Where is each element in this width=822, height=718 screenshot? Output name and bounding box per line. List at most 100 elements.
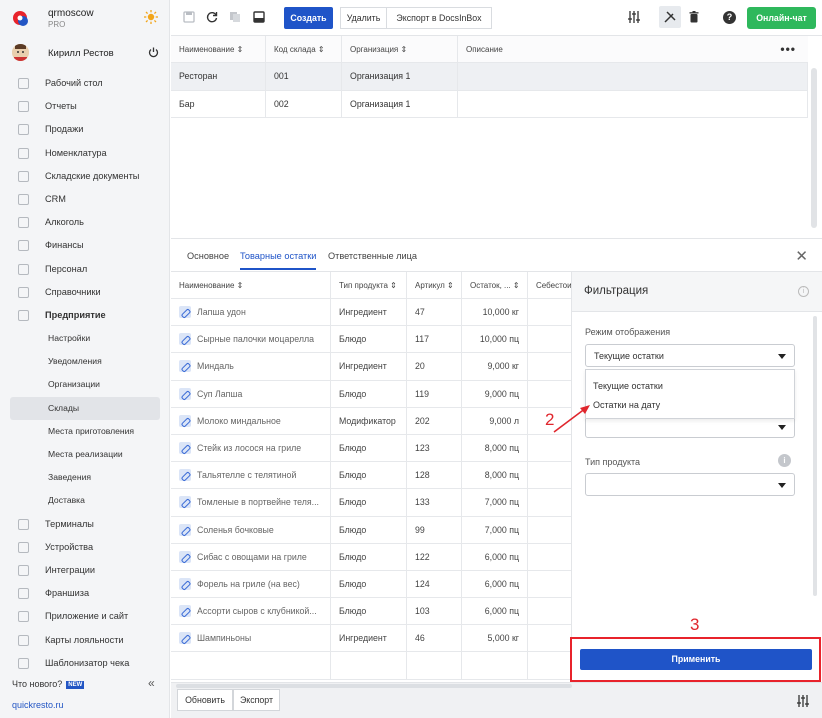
brand[interactable]: qrmoscow PRO bbox=[12, 8, 162, 36]
top-table-scrollbar[interactable] bbox=[811, 68, 817, 228]
power-icon[interactable] bbox=[148, 47, 159, 58]
sidebar-subitem-warehouses[interactable]: Склады bbox=[10, 396, 160, 420]
option-current-stock[interactable]: Текущие остатки bbox=[593, 381, 663, 391]
site-link[interactable]: quickresto.ru bbox=[12, 700, 64, 710]
refresh-button[interactable]: Обновить bbox=[177, 689, 233, 711]
apply-button[interactable]: Применить bbox=[580, 649, 812, 670]
table-row[interactable]: Форель на гриле (на вес) Блюдо 124 6,000 пц bbox=[171, 570, 571, 599]
sidebar-item-integrations[interactable]: Интеграции bbox=[10, 559, 160, 582]
filter-settings-icon[interactable] bbox=[796, 694, 810, 708]
table-row[interactable]: Сибас с овощами на гриле Блюдо 122 6,000 пц bbox=[171, 543, 571, 571]
option-stock-on-date[interactable]: Остатки на дату bbox=[593, 400, 660, 410]
sidebar-subitem-organizations[interactable]: Организации bbox=[10, 373, 160, 396]
collapse-sidebar-icon[interactable]: « bbox=[148, 676, 155, 690]
link-icon[interactable] bbox=[179, 306, 191, 318]
column-header-cost[interactable]: Себестои bbox=[528, 272, 571, 298]
link-icon[interactable] bbox=[179, 469, 191, 482]
user-profile[interactable]: Кирилл Рестов bbox=[12, 44, 162, 62]
table-row[interactable]: Томленые в портвейне теля... Блюдо 133 7,00… bbox=[171, 489, 571, 517]
inbox-icon[interactable] bbox=[253, 11, 265, 23]
link-icon[interactable] bbox=[179, 387, 191, 400]
sidebar-item-sales[interactable]: Продажи bbox=[10, 118, 160, 141]
sidebar-item-staff[interactable]: Персонал bbox=[10, 258, 160, 281]
column-header-balance[interactable]: Остаток, ... ⇕ bbox=[462, 272, 528, 298]
sidebar-item-devices[interactable]: Устройства bbox=[10, 536, 160, 559]
sidebar-item-receipt-templates[interactable]: Шаблонизатор чека bbox=[10, 652, 160, 675]
link-icon[interactable] bbox=[179, 333, 191, 346]
info-icon[interactable]: i bbox=[798, 286, 809, 297]
sidebar-subitem-sale-places[interactable]: Места реализации bbox=[10, 443, 160, 466]
close-icon[interactable]: ✕ bbox=[795, 247, 808, 265]
table-row[interactable]: Лапша удон Ингредиент 47 10,000 кг bbox=[171, 299, 571, 327]
column-header-type[interactable]: Тип продукта ⇕ bbox=[331, 272, 407, 298]
sidebar-item-dashboard[interactable]: Рабочий стол bbox=[10, 72, 160, 95]
save-icon[interactable] bbox=[183, 11, 195, 23]
sidebar-item-alcohol[interactable]: Алкоголь bbox=[10, 211, 160, 234]
link-icon[interactable] bbox=[179, 360, 191, 373]
help-icon[interactable]: ? bbox=[723, 11, 736, 24]
whats-new-link[interactable]: Что нового? NEW bbox=[12, 679, 85, 689]
horizontal-scrollbar[interactable] bbox=[176, 684, 572, 688]
sidebar-item-crm[interactable]: CRM bbox=[10, 188, 160, 211]
sidebar-subitem-notifications[interactable]: Уведомления bbox=[10, 350, 160, 373]
table-row[interactable]: Стейк из лосося на гриле Блюдо 123 8,000 пц bbox=[171, 434, 571, 463]
sidebar-subitem-venues[interactable]: Заведения bbox=[10, 466, 160, 489]
refresh-icon[interactable] bbox=[206, 11, 218, 23]
create-button[interactable]: Создать bbox=[284, 7, 333, 29]
tab-responsible[interactable]: Ответственные лица bbox=[328, 251, 417, 261]
link-icon[interactable] bbox=[179, 523, 191, 536]
column-header-name[interactable]: Наименование ⇕ bbox=[171, 36, 266, 62]
display-mode-select[interactable]: Текущие остатки bbox=[585, 344, 795, 367]
column-header-name[interactable]: Наименование ⇕ bbox=[171, 272, 331, 298]
link-icon[interactable] bbox=[179, 605, 191, 618]
sidebar-item-enterprise[interactable]: Предприятие bbox=[10, 304, 160, 327]
copy-icon[interactable] bbox=[229, 11, 241, 23]
sidebar-item-warehouse-docs[interactable]: Складские документы bbox=[10, 165, 160, 188]
link-icon[interactable] bbox=[179, 550, 191, 563]
table-row[interactable]: Сырные палочки моцарелла Блюдо 117 10,000 п… bbox=[171, 326, 571, 354]
sidebar-item-nomenclature[interactable]: Номенклатура bbox=[10, 142, 160, 165]
more-options-icon[interactable]: ••• bbox=[780, 43, 796, 55]
link-icon[interactable] bbox=[179, 632, 191, 645]
sidebar-subitem-delivery[interactable]: Доставка bbox=[10, 489, 160, 512]
column-header-article[interactable]: Артикул ⇕ bbox=[407, 272, 462, 298]
online-chat-button[interactable]: Онлайн-чат bbox=[747, 7, 816, 29]
column-header-code[interactable]: Код склада ⇕ bbox=[266, 36, 342, 62]
table-row[interactable]: Молоко миндальное Модификатор 202 9,000 л bbox=[171, 407, 571, 435]
trash-icon[interactable] bbox=[688, 11, 700, 23]
link-icon[interactable] bbox=[179, 414, 191, 427]
delete-button[interactable]: Удалить bbox=[340, 7, 387, 29]
sidebar-item-franchise[interactable]: Франшиза bbox=[10, 582, 160, 605]
table-row[interactable]: Шампиньоны Ингредиент 46 5,000 кг bbox=[171, 625, 571, 653]
column-header-organization[interactable]: Организация ⇕ bbox=[342, 36, 458, 62]
export-button[interactable]: Экспорт bbox=[233, 689, 280, 711]
table-row[interactable]: Суп Лапша Блюдо 119 9,000 пц bbox=[171, 380, 571, 408]
table-row[interactable]: Тальятелле с телятиной Блюдо 128 8,000 пц bbox=[171, 462, 571, 490]
sidebar-item-finance[interactable]: Финансы bbox=[10, 234, 160, 257]
link-icon[interactable] bbox=[179, 577, 191, 590]
sidebar-subitem-settings[interactable]: Настройки bbox=[10, 327, 160, 350]
filter-settings-icon[interactable] bbox=[627, 10, 641, 24]
product-type-select[interactable] bbox=[585, 473, 795, 496]
column-header-description[interactable]: Описание bbox=[458, 36, 808, 62]
sidebar-item-loyalty[interactable]: Карты лояльности bbox=[10, 629, 160, 652]
table-row[interactable]: Ассорти сыров с клубникой... Блюдо 103 6,00… bbox=[171, 598, 571, 626]
tab-main[interactable]: Основное bbox=[187, 251, 229, 261]
sun-icon[interactable] bbox=[144, 10, 158, 24]
link-icon[interactable] bbox=[179, 496, 191, 509]
sidebar-item-app-site[interactable]: Приложение и сайт bbox=[10, 605, 160, 628]
table-row[interactable]: Ресторан 001 Организация 1 bbox=[171, 63, 808, 91]
sidebar-item-terminals[interactable]: Терминалы bbox=[10, 513, 160, 536]
sidebar-item-directories[interactable]: Справочники bbox=[10, 281, 160, 304]
table-row[interactable]: Миндаль Ингредиент 20 9,000 кг bbox=[171, 353, 571, 381]
tools-button[interactable] bbox=[659, 6, 681, 28]
tab-stock[interactable]: Товарные остатки bbox=[240, 251, 317, 270]
table-row[interactable]: Соленья бочковые Блюдо 99 7,000 пц bbox=[171, 516, 571, 544]
info-icon[interactable]: i bbox=[778, 454, 791, 467]
sidebar-subitem-cooking-places[interactable]: Места приготовления bbox=[10, 420, 160, 443]
export-docsinbox-button[interactable]: Экспорт в DocsInBox bbox=[386, 7, 492, 29]
link-icon[interactable] bbox=[179, 441, 191, 454]
table-row[interactable]: Бар 002 Организация 1 bbox=[171, 90, 808, 118]
sidebar-item-reports[interactable]: Отчеты bbox=[10, 95, 160, 118]
filter-scrollbar[interactable] bbox=[813, 316, 817, 596]
